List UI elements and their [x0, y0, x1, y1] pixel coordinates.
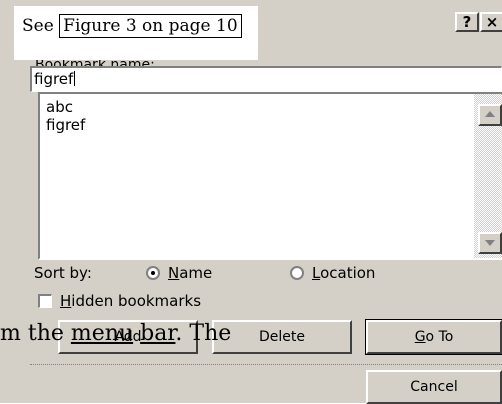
- document-body-text: m the menu bar. The: [0, 321, 232, 346]
- divider: [30, 364, 502, 365]
- sort-by-location-label: Location: [312, 264, 376, 282]
- hidden-bookmarks-label: Hidden bookmarks: [60, 292, 202, 310]
- arrow-down-icon: [485, 240, 495, 246]
- sort-by-name-radio[interactable]: Name: [146, 264, 212, 282]
- radio-unselected-icon: [290, 266, 304, 280]
- scroll-down-button[interactable]: [478, 232, 502, 254]
- hidden-bookmarks-checkbox[interactable]: Hidden bookmarks: [38, 292, 201, 310]
- bookmark-name-value: figref: [34, 70, 74, 88]
- checkbox-icon: [38, 294, 52, 308]
- text-caret: [74, 71, 76, 86]
- caption-prefix: See: [22, 16, 60, 36]
- scroll-up-button[interactable]: [478, 104, 502, 126]
- help-button[interactable]: ?: [455, 12, 479, 32]
- close-button[interactable]: ×: [480, 12, 502, 32]
- close-icon: ×: [485, 13, 499, 31]
- sort-by-location-radio[interactable]: Location: [290, 264, 375, 282]
- arrow-up-icon: [485, 111, 495, 117]
- list-item[interactable]: abc: [46, 98, 85, 116]
- bookmark-name-input[interactable]: figref: [30, 66, 502, 92]
- vertical-scrollbar[interactable]: [474, 94, 502, 258]
- sort-by-label: Sort by:: [34, 264, 92, 282]
- sort-by-name-label: Name: [168, 264, 213, 282]
- figure-reference-caption: See Figure 3 on page 10: [14, 6, 258, 60]
- cross-reference-field: Figure 3 on page 10: [59, 14, 242, 38]
- list-item[interactable]: figref: [46, 116, 85, 134]
- cancel-button[interactable]: Cancel: [366, 370, 502, 404]
- bookmark-list[interactable]: abc figref: [38, 92, 502, 260]
- radio-selected-icon: [146, 266, 160, 280]
- go-to-button[interactable]: Go To: [365, 319, 502, 355]
- help-icon: ?: [462, 13, 472, 31]
